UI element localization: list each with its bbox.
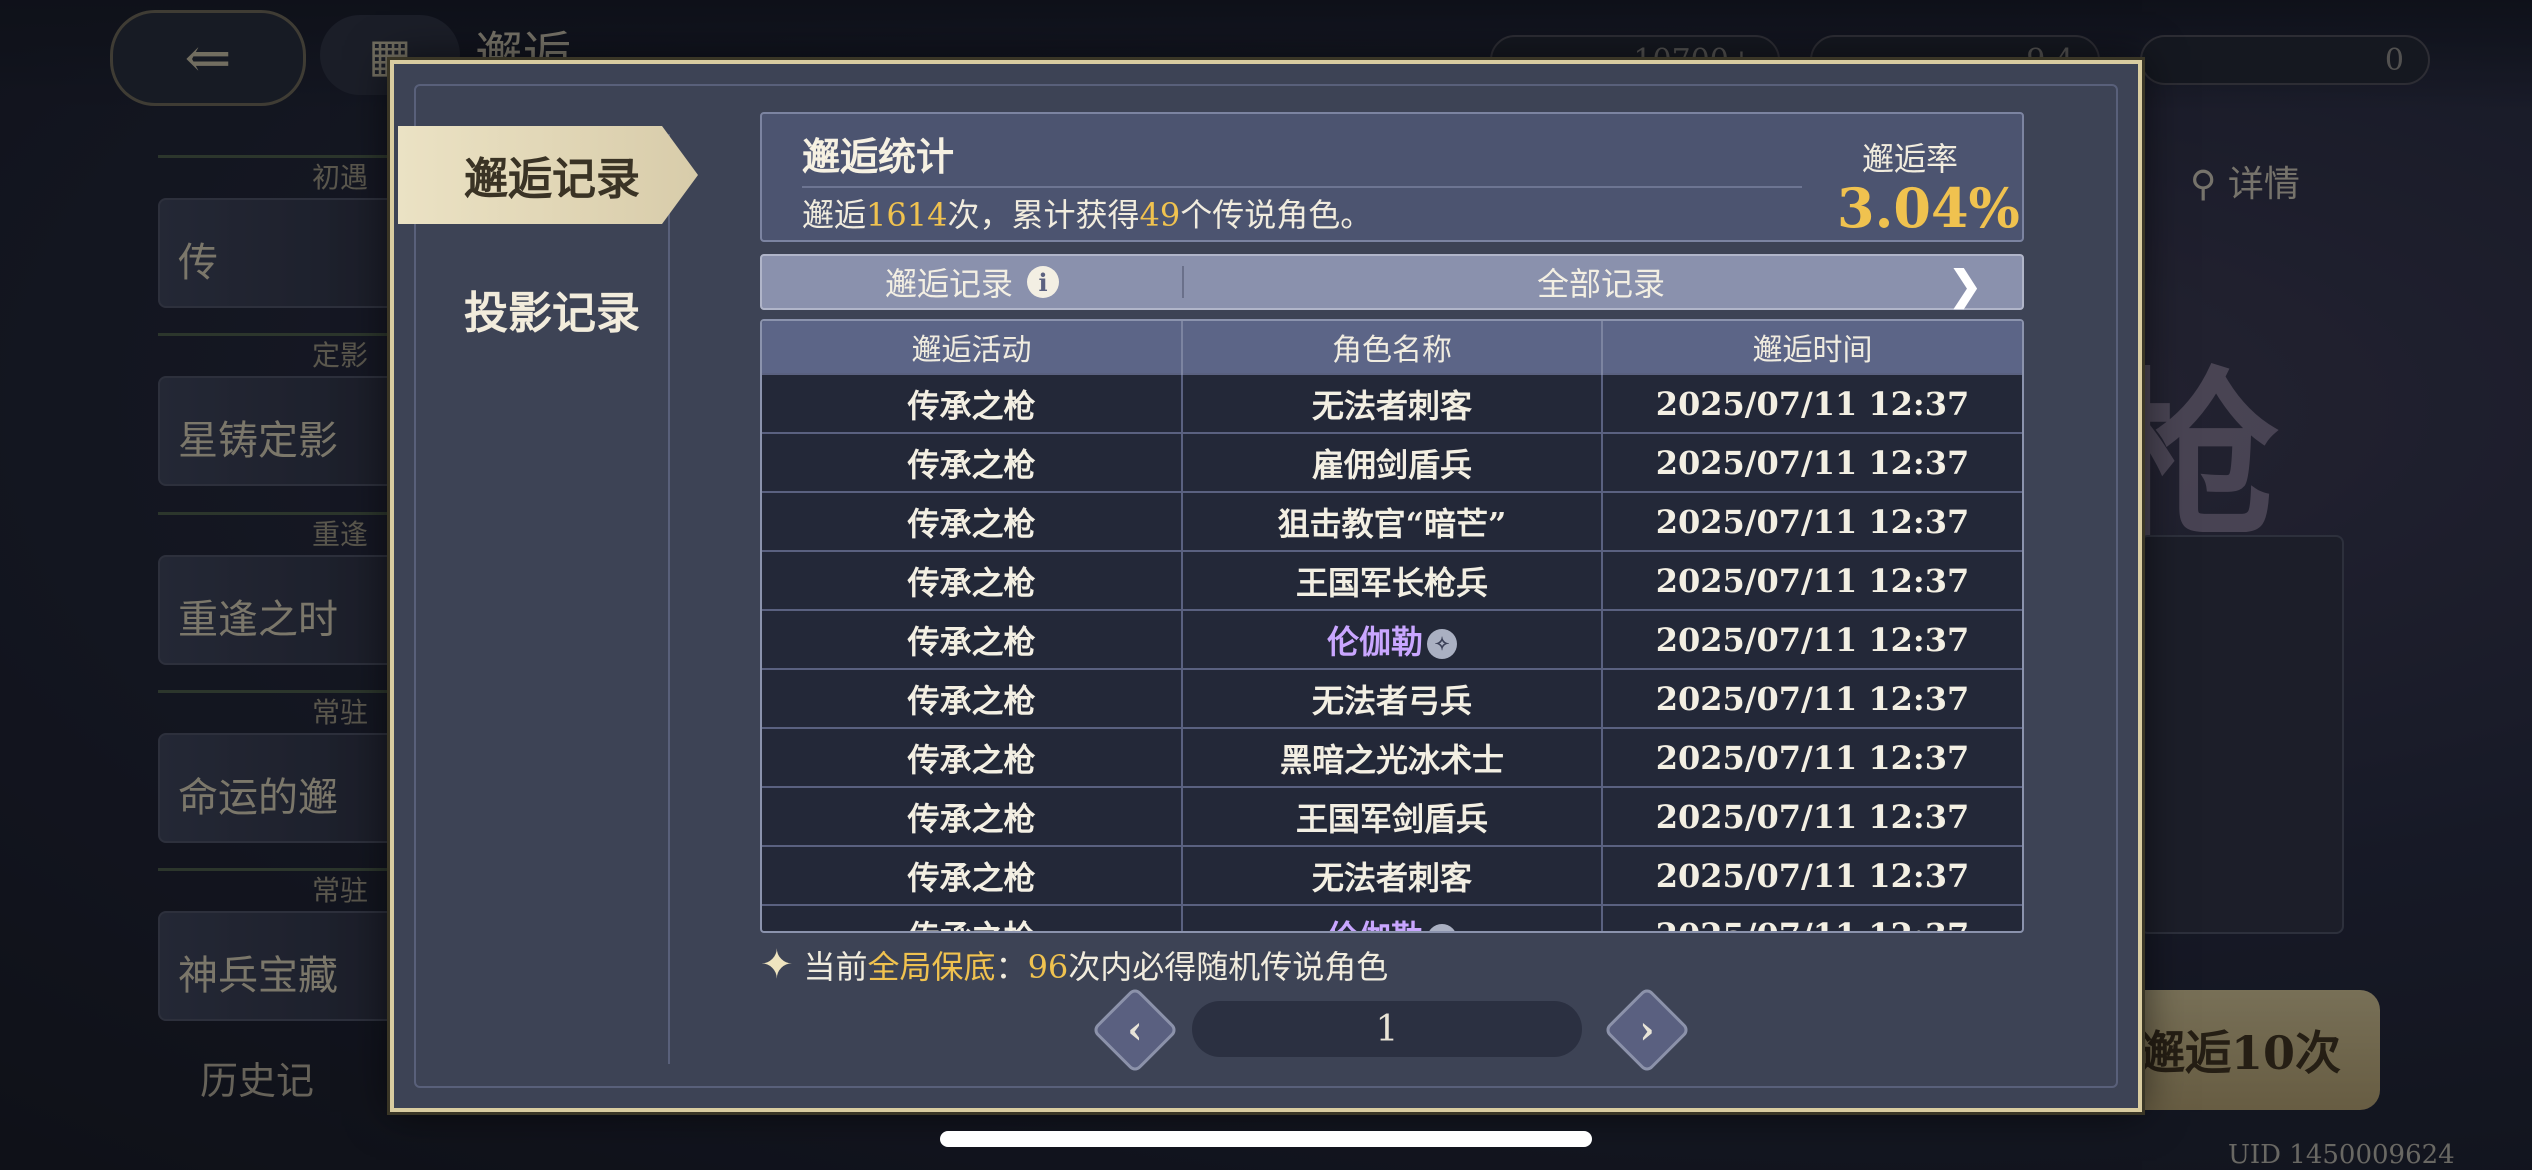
table-row: 传承之枪 王国军剑盾兵 2025/07/11 12:37 <box>762 786 2022 846</box>
cell-activity: 传承之枪 <box>762 727 1182 787</box>
divider <box>1182 266 1184 298</box>
character-name: 黑暗之光冰术士 <box>1279 740 1504 779</box>
cell-activity: 传承之枪 <box>762 432 1182 492</box>
cell-activity: 传承之枪 <box>762 904 1182 931</box>
cell-time: 2025/07/11 12:37 <box>1601 432 2022 492</box>
info-icon[interactable]: i <box>1027 266 1059 298</box>
cell-activity: 传承之枪 <box>762 609 1182 669</box>
cell-time: 2025/07/11 12:37 <box>1601 609 2022 669</box>
table-row: 传承之枪伦伽勒✧2025/07/11 12:37 <box>762 609 2022 669</box>
cell-time: 2025/07/11 12:37 <box>1601 373 2022 433</box>
cell-time: 2025/07/11 12:37 <box>1601 727 2022 787</box>
cell-time: 2025/07/11 12:37 <box>1601 845 2022 905</box>
rate-value: 3.04% <box>1837 176 2020 240</box>
cell-activity: 传承之枪 <box>762 786 1182 846</box>
record-filter-bar: 邂逅记录 i 全部记录 ❯ <box>760 254 2024 310</box>
next-page-button[interactable]: › <box>1603 986 1691 1074</box>
table-row: 传承之枪 雇佣剑盾兵 2025/07/11 12:37 <box>762 432 2022 492</box>
pity-text: 当前 <box>803 948 868 986</box>
table-row: 传承之枪伦伽勒 ✧ 2025/07/11 12:37 <box>762 904 2022 932</box>
table-row: 传承之枪 狙击教官“暗芒” 2025/07/11 12:37 <box>762 491 2022 551</box>
stats-text: 次，累计获得 <box>947 196 1140 234</box>
record-modal: 邂逅记录 投影记录 邂逅统计 邂逅1614次，累计获得49个传说角色。 邂逅率 … <box>390 60 2142 1112</box>
records-table: 邂逅活动 角色名称 邂逅时间 传承之枪 无法者刺客 2025/07/11 12:37… <box>760 319 2024 933</box>
cell-activity: 传承之枪 <box>762 491 1182 551</box>
cell-character-name: 伦伽勒✧ <box>1181 609 1602 669</box>
cell-character-name: 狙击教官“暗芒” <box>1181 491 1602 551</box>
table-header-row: 邂逅活动 角色名称 邂逅时间 <box>762 321 2022 374</box>
character-name: 伦伽勒 <box>1327 918 1423 932</box>
cell-character-name: 无法者弓兵 <box>1181 668 1602 728</box>
table-row: 传承之枪 王国军长枪兵 2025/07/11 12:37 <box>762 550 2022 610</box>
cell-time: 2025/07/11 12:37 <box>1601 550 2022 610</box>
cell-activity: 传承之枪 <box>762 550 1182 610</box>
cell-activity: 传承之枪 <box>762 845 1182 905</box>
cell-character-name: 无法者刺客 <box>1181 845 1602 905</box>
cell-character-name: 王国军剑盾兵 <box>1181 786 1602 846</box>
character-name: 无法者弓兵 <box>1311 681 1472 720</box>
record-type-label[interactable]: 邂逅记录 i <box>762 256 1182 308</box>
pity-highlight: 全局保底 <box>867 948 996 986</box>
rate-label: 邂逅率 <box>1862 140 1959 178</box>
tab-encounter-records[interactable]: 邂逅记录 <box>398 126 698 224</box>
sparkle-icon: ✦ <box>760 942 794 988</box>
filter-left-label: 邂逅记录 <box>884 265 1013 303</box>
legendary-badge-icon: ✧ <box>1427 924 1457 931</box>
divider <box>802 186 1802 188</box>
cell-time: 2025/07/11 12:37 <box>1601 786 2022 846</box>
cell-character-name: 无法者刺客 <box>1181 373 1602 433</box>
stats-text: 邂逅 <box>802 196 867 234</box>
table-row: 传承之枪 无法者刺客 2025/07/11 12:37 <box>762 845 2022 905</box>
table-row: 传承之枪 无法者刺客 2025/07/11 12:37 <box>762 373 2022 433</box>
cell-activity: 传承之枪 <box>762 373 1182 433</box>
character-name: 无法者刺客 <box>1311 858 1472 897</box>
column-header: 邂逅时间 <box>1601 321 2022 374</box>
stats-panel: 邂逅统计 邂逅1614次，累计获得49个传说角色。 邂逅率 3.04% <box>760 112 2024 242</box>
chevron-right-icon: › <box>1639 1007 1655 1052</box>
column-header: 角色名称 <box>1181 321 1602 374</box>
legendary-badge-icon: ✧ <box>1427 629 1457 659</box>
cell-character-name: 伦伽勒 ✧ <box>1181 904 1602 932</box>
character-name: 王国军剑盾兵 <box>1295 799 1488 838</box>
record-filter-dropdown[interactable]: 全部记录 <box>1186 256 2016 308</box>
table-row: 传承之枪 无法者弓兵 2025/07/11 12:37 <box>762 668 2022 728</box>
prev-page-button[interactable]: ‹ <box>1091 986 1179 1074</box>
cell-time: 2025/07/11 12:37 <box>1601 904 2022 931</box>
cell-character-name: 黑暗之光冰术士 <box>1181 727 1602 787</box>
character-name: 无法者刺客 <box>1311 386 1472 425</box>
chevron-left-icon: ‹ <box>1127 1007 1143 1052</box>
pity-count: 96 <box>1027 948 1069 986</box>
pity-info: ✦ 当前全局保底：96次内必得随机传说角色 <box>760 942 1388 988</box>
pity-text: 次内必得随机传说角色 <box>1068 948 1389 986</box>
stats-text: 个传说角色。 <box>1180 196 1373 234</box>
home-indicator[interactable] <box>940 1131 1592 1147</box>
cell-activity: 传承之枪 <box>762 668 1182 728</box>
cell-character-name: 雇佣剑盾兵 <box>1181 432 1602 492</box>
character-name: 王国军长枪兵 <box>1295 563 1488 602</box>
pity-text: ： <box>995 948 1028 986</box>
cell-time: 2025/07/11 12:37 <box>1601 668 2022 728</box>
character-name: 伦伽勒 <box>1326 622 1423 661</box>
column-header: 邂逅活动 <box>762 321 1182 374</box>
character-name: 雇佣剑盾兵 <box>1311 445 1472 484</box>
chevron-right-icon[interactable]: ❯ <box>1948 262 1982 309</box>
filter-right-label: 全部记录 <box>1536 265 1665 303</box>
stats-summary: 邂逅1614次，累计获得49个传说角色。 <box>802 190 1372 236</box>
stats-title: 邂逅统计 <box>802 134 955 179</box>
table-row: 传承之枪 黑暗之光冰术士 2025/07/11 12:37 <box>762 727 2022 787</box>
tab-projection-records[interactable]: 投影记录 <box>398 259 678 359</box>
cell-character-name: 王国军长枪兵 <box>1181 550 1602 610</box>
legendary-count: 49 <box>1139 196 1181 234</box>
draw-count: 1614 <box>866 196 948 234</box>
page-number: 1 <box>1192 1001 1582 1057</box>
character-name: 狙击教官“暗芒” <box>1277 504 1507 543</box>
cell-time: 2025/07/11 12:37 <box>1601 491 2022 551</box>
